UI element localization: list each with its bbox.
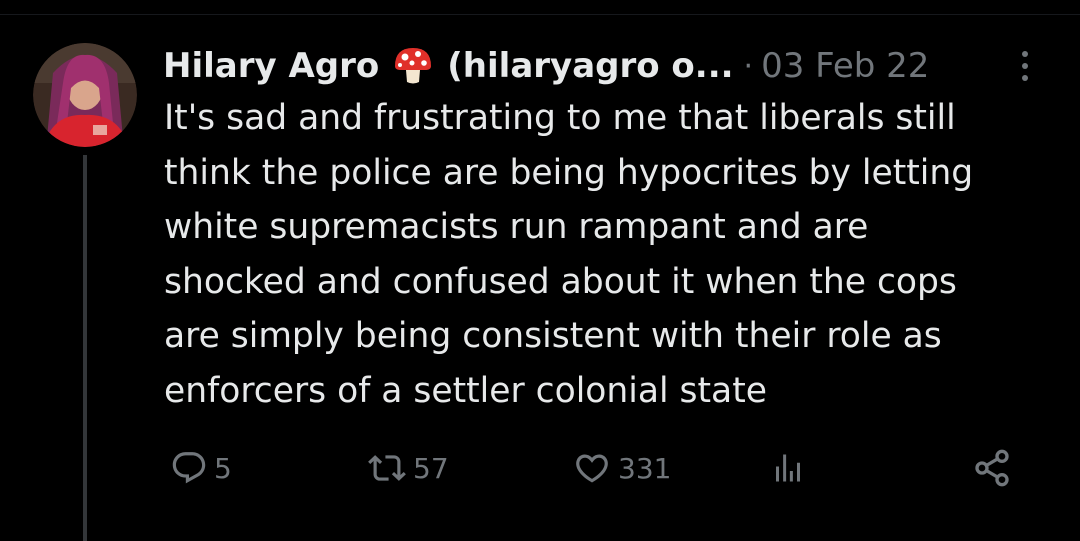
more-options-button[interactable] bbox=[1010, 44, 1040, 88]
views-button[interactable] bbox=[770, 440, 806, 496]
reply-button[interactable]: 5 bbox=[170, 440, 232, 496]
mushroom-icon bbox=[391, 44, 435, 88]
avatar[interactable] bbox=[33, 43, 137, 147]
timestamp[interactable]: 03 Feb 22 bbox=[761, 46, 929, 86]
header-separator: · bbox=[743, 48, 754, 84]
tweet-text: It's sad and frustrating to me that libe… bbox=[164, 98, 974, 411]
repost-button[interactable]: 57 bbox=[367, 440, 449, 496]
heart-icon bbox=[576, 454, 608, 483]
repost-count: 57 bbox=[413, 451, 449, 485]
like-count: 331 bbox=[618, 451, 672, 485]
more-icon bbox=[1022, 51, 1028, 81]
share-icon bbox=[975, 449, 1009, 487]
repost-icon bbox=[368, 455, 406, 481]
top-divider bbox=[0, 14, 1080, 15]
reply-icon bbox=[172, 452, 206, 484]
handle[interactable]: (hilaryagro o... bbox=[447, 46, 733, 86]
reply-count: 5 bbox=[214, 451, 232, 485]
like-button[interactable]: 331 bbox=[572, 440, 671, 496]
display-name[interactable]: Hilary Agro bbox=[163, 46, 379, 86]
tweet-header: Hilary Agro (hilaryagro o... · 03 Feb 22 bbox=[163, 40, 1043, 92]
avatar-photo bbox=[33, 43, 137, 147]
share-button[interactable] bbox=[972, 440, 1012, 496]
views-icon bbox=[776, 454, 800, 482]
action-bar: 5 57 331 bbox=[0, 440, 1080, 496]
